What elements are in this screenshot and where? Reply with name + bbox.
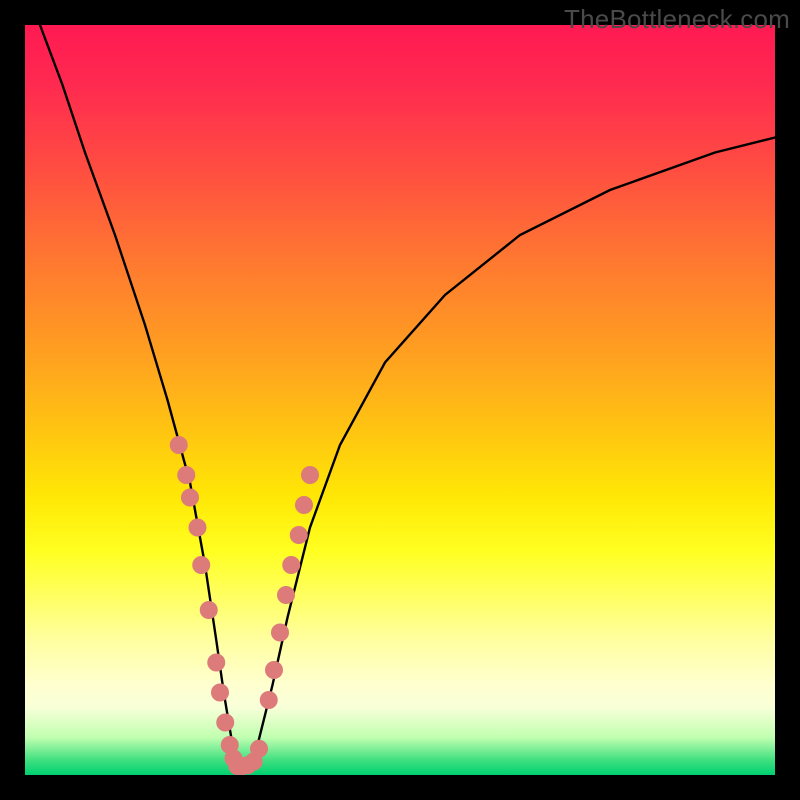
data-marker	[211, 684, 229, 702]
data-marker	[177, 466, 195, 484]
data-marker	[216, 714, 234, 732]
data-marker	[271, 624, 289, 642]
watermark-label: TheBottleneck.com	[564, 4, 790, 35]
data-marker	[290, 526, 308, 544]
bottleneck-curve	[40, 25, 775, 768]
plot-area	[25, 25, 775, 775]
marker-layer	[170, 436, 319, 775]
chart-svg	[25, 25, 775, 775]
data-marker	[192, 556, 210, 574]
data-marker	[170, 436, 188, 454]
data-marker	[189, 519, 207, 537]
data-marker	[200, 601, 218, 619]
data-marker	[295, 496, 313, 514]
data-marker	[207, 654, 225, 672]
chart-container: TheBottleneck.com	[0, 0, 800, 800]
data-marker	[301, 466, 319, 484]
data-marker	[250, 740, 268, 758]
data-marker	[181, 489, 199, 507]
data-marker	[277, 586, 295, 604]
data-marker	[265, 661, 283, 679]
data-marker	[282, 556, 300, 574]
data-marker	[260, 691, 278, 709]
